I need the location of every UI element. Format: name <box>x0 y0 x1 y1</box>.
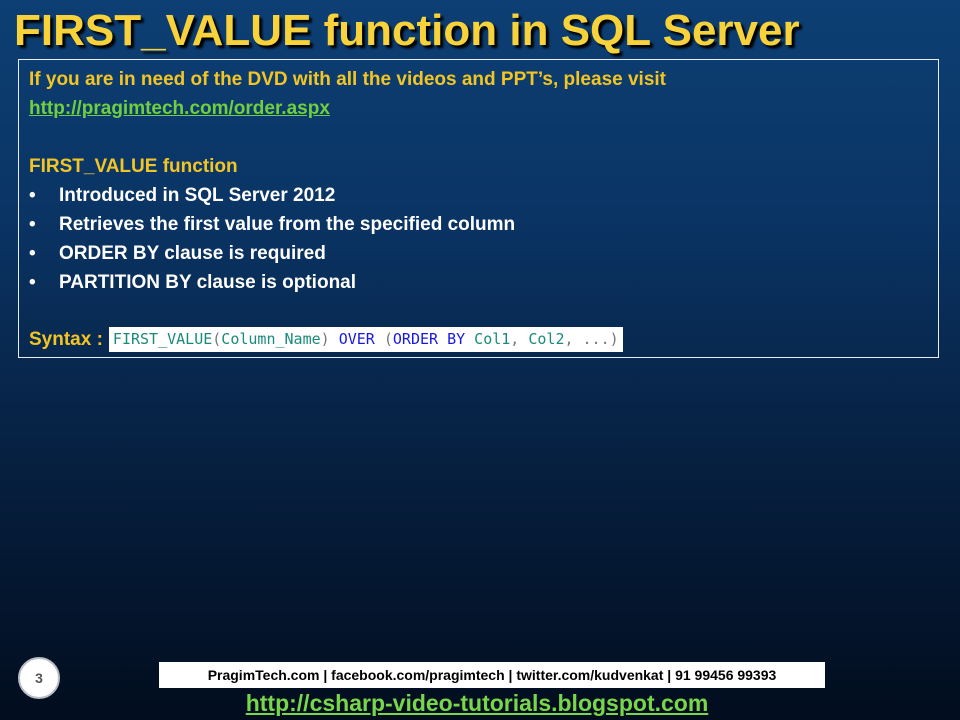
code-paren: ( <box>212 330 222 348</box>
syntax-row: Syntax : FIRST_VALUE(Column_Name) OVER (… <box>29 327 623 352</box>
bullet-glyph: • <box>29 243 36 264</box>
code-keyword-order-by: ORDER BY <box>392 330 466 348</box>
order-link[interactable]: http://pragimtech.com/order.aspx <box>29 98 330 120</box>
code-paren: ( <box>383 330 393 348</box>
blog-link[interactable]: http://csharp-video-tutorials.blogspot.c… <box>0 690 954 717</box>
bullet-glyph: • <box>29 272 36 293</box>
code-comma: , <box>564 330 574 348</box>
syntax-code-block: FIRST_VALUE(Column_Name) OVER (ORDER BY … <box>108 327 623 352</box>
section-heading: FIRST_VALUE function <box>29 156 238 177</box>
bullet-item: • ORDER BY clause is required <box>29 243 326 265</box>
code-column: Col1 <box>474 330 511 348</box>
code-comma: , <box>510 330 520 348</box>
bullet-glyph: • <box>29 214 36 235</box>
bullet-item: • Retrieves the first value from the spec… <box>29 214 515 236</box>
syntax-label: Syntax : <box>29 328 103 350</box>
bullet-item: • PARTITION BY clause is optional <box>29 272 356 294</box>
slide-title: FIRST_VALUE function in SQL Server <box>14 6 800 55</box>
bullet-item: • Introduced in SQL Server 2012 <box>29 185 335 207</box>
bullet-glyph: • <box>29 185 36 206</box>
code-argument: Column_Name <box>221 330 321 348</box>
code-column: Col2 <box>528 330 565 348</box>
bullet-text: Retrieves the first value from the speci… <box>59 214 516 235</box>
code-paren: ) <box>609 330 619 348</box>
content-box: If you are in need of the DVD with all t… <box>18 59 939 358</box>
code-keyword-over: OVER <box>338 330 375 348</box>
footer-contact-bar: PragimTech.com | facebook.com/pragimtech… <box>159 662 825 688</box>
bullet-text: Introduced in SQL Server 2012 <box>59 185 336 206</box>
code-function-name: FIRST_VALUE <box>112 330 213 348</box>
bullet-text: PARTITION BY clause is optional <box>59 272 357 293</box>
dvd-intro-text: If you are in need of the DVD with all t… <box>29 69 667 90</box>
bullet-text: ORDER BY clause is required <box>59 243 326 264</box>
code-paren: ) <box>320 330 330 348</box>
code-ellipsis: ... <box>582 330 610 348</box>
